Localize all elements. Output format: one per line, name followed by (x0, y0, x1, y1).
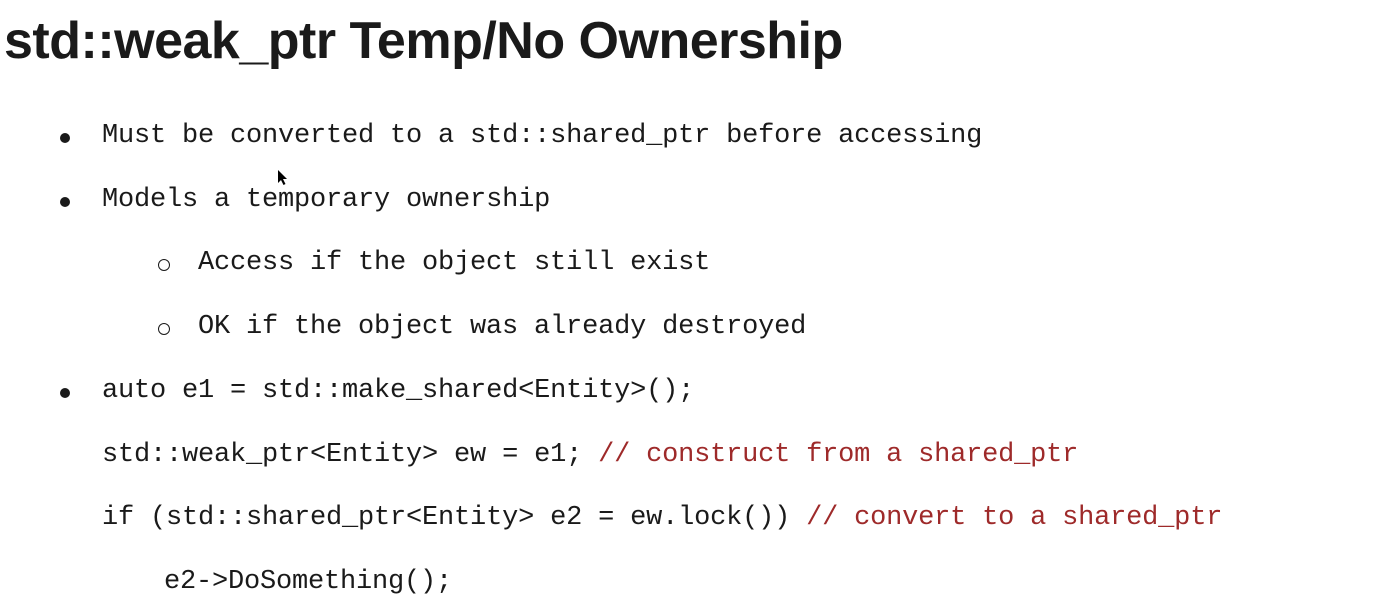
slide-content: Must be converted to a std::shared_ptr b… (0, 120, 1386, 600)
bullet-list: Must be converted to a std::shared_ptr b… (54, 120, 1386, 600)
sub-bullet-list: Access if the object still exist OK if t… (102, 247, 1386, 345)
slide: std::weak_ptr Temp/No Ownership Must be … (0, 0, 1386, 605)
bullet-item-code: auto e1 = std::make_shared<Entity>(); st… (54, 375, 1386, 600)
slide-title: std::weak_ptr Temp/No Ownership (0, 0, 1386, 72)
code-line: e2->DoSomething(); (102, 566, 1386, 600)
bullet-item: Models a temporary ownership Access if t… (54, 184, 1386, 345)
bullet-text: Must be converted to a std::shared_ptr b… (102, 121, 982, 151)
code-line: if (std::shared_ptr<Entity> e2 = ew.lock… (102, 502, 1386, 536)
bullet-item: Must be converted to a std::shared_ptr b… (54, 120, 1386, 154)
sub-bullet-item: Access if the object still exist (150, 247, 1386, 281)
code-line: auto e1 = std::make_shared<Entity>(); (102, 375, 1386, 409)
code-text: std::weak_ptr<Entity> ew = e1; (102, 440, 598, 470)
sub-bullet-text: OK if the object was already destroyed (198, 312, 806, 342)
code-text: if (std::shared_ptr<Entity> e2 = ew.lock… (102, 503, 806, 533)
sub-bullet-text: Access if the object still exist (198, 248, 710, 278)
code-block: auto e1 = std::make_shared<Entity>(); st… (102, 375, 1386, 600)
bullet-text: Models a temporary ownership (102, 185, 550, 215)
code-comment: // construct from a shared_ptr (598, 440, 1078, 470)
code-line: std::weak_ptr<Entity> ew = e1; // constr… (102, 439, 1386, 473)
sub-bullet-item: OK if the object was already destroyed (150, 311, 1386, 345)
code-comment: // convert to a shared_ptr (806, 503, 1222, 533)
